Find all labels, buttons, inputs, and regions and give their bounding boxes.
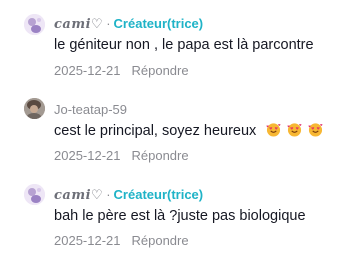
avatar[interactable] (24, 14, 45, 35)
smiling-face-with-hearts-icon (308, 123, 323, 137)
smiling-face-with-hearts-icon (287, 123, 302, 137)
comment-date: 2025-12-21 (54, 63, 121, 78)
separator-dot: · (106, 16, 111, 31)
comment-header: Jo-teatap-59 (54, 102, 127, 118)
reply-button[interactable]: Répondre (132, 148, 189, 163)
comment-date: 2025-12-21 (54, 233, 121, 248)
username[interactable]: Jo-teatap-59 (54, 102, 127, 117)
comment-meta: 2025-12-21 Répondre (54, 148, 189, 164)
reply-button[interactable]: Répondre (132, 233, 189, 248)
reply-button[interactable]: Répondre (132, 63, 189, 78)
comment-meta: 2025-12-21 Répondre (54, 233, 189, 249)
creator-badge: Créateur(trice) (113, 187, 204, 202)
comment-header: cami♡ · Créateur(trice) (54, 187, 203, 204)
separator-dot: · (106, 187, 111, 202)
username[interactable]: cami♡ (54, 188, 103, 203)
avatar-image (24, 184, 45, 205)
comment-text-row: cest le principal, soyez heureux (54, 122, 323, 140)
comment-text: bah le père est là ?juste pas biologique (54, 208, 306, 224)
creator-badge: Créateur(trice) (113, 16, 204, 31)
comment-text: le géniteur non , le papa est là parcont… (54, 37, 314, 53)
avatar[interactable] (24, 98, 45, 119)
avatar-image (24, 14, 45, 35)
comment-meta: 2025-12-21 Répondre (54, 63, 189, 79)
comment-text: cest le principal, soyez heureux (54, 123, 257, 139)
comment-date: 2025-12-21 (54, 148, 121, 163)
username[interactable]: cami♡ (54, 17, 103, 32)
avatar[interactable] (24, 184, 45, 205)
avatar-image (24, 98, 45, 119)
smiling-face-with-hearts-icon (266, 123, 281, 137)
comment-header: cami♡ · Créateur(trice) (54, 16, 203, 33)
